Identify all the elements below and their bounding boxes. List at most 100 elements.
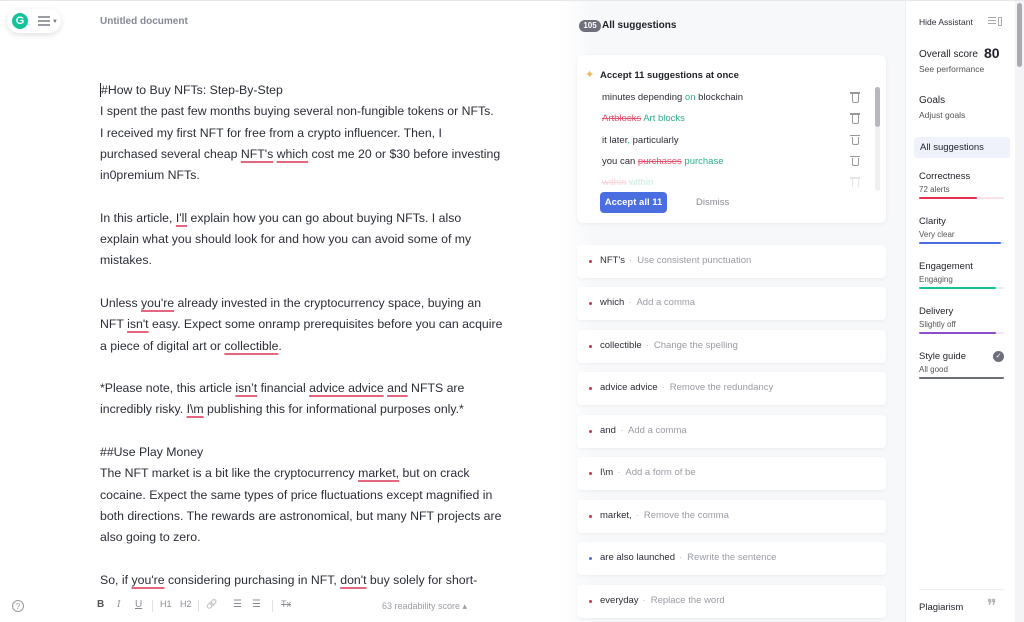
doc-line: purchased several cheap NFT's which cost… bbox=[100, 146, 501, 161]
toolbar-divider bbox=[198, 600, 199, 612]
sidebar-toggle-icon[interactable] bbox=[988, 17, 1002, 27]
flagged-word[interactable]: I'll bbox=[176, 211, 187, 225]
plagiarism-button[interactable]: Plagiarism bbox=[919, 602, 963, 613]
doc-line: also going to zero. bbox=[100, 530, 201, 545]
suggestion-card[interactable]: everydayReplace the word bbox=[577, 585, 886, 618]
document-body[interactable]: #How to Buy NFTs: Step-By-Step I spent t… bbox=[100, 80, 520, 591]
doc-line: I received my first NFT for free from a … bbox=[100, 125, 442, 140]
trash-icon[interactable] bbox=[850, 134, 860, 146]
doc-line: ##Use Play Money bbox=[100, 445, 204, 460]
dismiss-button[interactable]: Dismiss bbox=[696, 197, 729, 208]
overall-score-label[interactable]: Overall score bbox=[919, 49, 978, 60]
suggestion-card[interactable]: advice adviceRemove the redundancy bbox=[577, 372, 886, 405]
hide-assistant-button[interactable]: Hide Assistant bbox=[919, 17, 973, 27]
heading1-button[interactable]: H1 bbox=[160, 599, 172, 609]
category-correctness[interactable]: Correctness 72 alerts bbox=[919, 171, 1004, 199]
ordered-list-icon[interactable]: ☰ bbox=[233, 599, 242, 610]
doc-line: both directions. The rewards are astrono… bbox=[100, 508, 502, 523]
accept-all-button[interactable]: Accept all 11 bbox=[600, 192, 667, 213]
flagged-word[interactable]: I\m bbox=[187, 402, 204, 416]
readability-score[interactable]: 63 readability score ▴ bbox=[382, 601, 467, 612]
suggestion-card[interactable]: whichAdd a comma bbox=[577, 287, 886, 320]
doc-line: cocaine. Expect the same types of price … bbox=[100, 487, 493, 502]
goals-label[interactable]: Goals bbox=[919, 95, 945, 106]
doc-line: So, if you're considering purchasing in … bbox=[100, 572, 478, 587]
adjust-goals-link[interactable]: Adjust goals bbox=[919, 110, 965, 120]
flagged-word[interactable]: and bbox=[387, 381, 408, 395]
logo-menu-pill[interactable]: G ▼ bbox=[7, 9, 61, 33]
all-suggestions-filter[interactable]: All suggestions bbox=[914, 137, 1010, 158]
accept-all-card: ✦ Accept 11 suggestions at once minutes … bbox=[577, 55, 886, 223]
flagged-word[interactable]: which bbox=[277, 147, 308, 161]
document-title[interactable]: Untitled document bbox=[100, 16, 188, 27]
severity-dot bbox=[589, 387, 592, 390]
suggestion-card[interactable]: NFT'sUse consistent punctuation bbox=[577, 245, 886, 278]
category-style-guide[interactable]: Style guide ✓ All good bbox=[919, 351, 1004, 379]
bullet-list-icon[interactable]: ☰ bbox=[252, 599, 261, 610]
category-engagement[interactable]: Engagement Engaging bbox=[919, 261, 1004, 289]
accept-row[interactable]: minutes depending on blockchain bbox=[602, 87, 872, 108]
link-icon[interactable]: 🔗 bbox=[206, 599, 217, 610]
hamburger-menu-icon[interactable] bbox=[38, 16, 50, 26]
doc-line: explain what you should look for and how… bbox=[100, 232, 472, 247]
suggestions-count-badge: 105 bbox=[579, 20, 601, 32]
heading2-button[interactable]: H2 bbox=[180, 599, 192, 609]
severity-dot bbox=[589, 557, 592, 560]
suggestion-card[interactable]: I\mAdd a form of be bbox=[577, 457, 886, 490]
toolbar-divider bbox=[272, 600, 273, 612]
severity-dot bbox=[589, 302, 592, 305]
flagged-word[interactable]: you're bbox=[131, 573, 164, 587]
grammarly-editor-app: G ▼ Untitled document #How to Buy NFTs: … bbox=[0, 0, 1024, 622]
trash-icon[interactable] bbox=[850, 176, 860, 187]
severity-dot bbox=[589, 600, 592, 603]
category-clarity[interactable]: Clarity Very clear bbox=[919, 216, 1004, 244]
suggestions-panel: 105 All suggestions ✦ Accept 11 suggesti… bbox=[560, 1, 905, 622]
assistant-sidebar: Hide Assistant Overall score 80 See perf… bbox=[905, 1, 1015, 622]
trash-icon[interactable] bbox=[850, 155, 860, 167]
doc-line: #How to Buy NFTs: Step-By-Step bbox=[100, 83, 283, 97]
accept-row[interactable]: you can purchases purchase bbox=[602, 151, 872, 172]
flagged-word[interactable]: advice advice bbox=[309, 381, 384, 395]
flagged-word[interactable]: you're bbox=[141, 296, 174, 310]
accept-row[interactable]: it later, particularly bbox=[602, 130, 872, 151]
doc-line: mistakes. bbox=[100, 253, 152, 268]
trash-icon[interactable] bbox=[850, 112, 860, 124]
doc-line: I spent the past few months buying sever… bbox=[100, 104, 494, 119]
doc-line: *Please note, this article isn’t financi… bbox=[100, 381, 465, 396]
quote-icon[interactable]: ❞ bbox=[987, 596, 997, 617]
accept-list-scrollbar[interactable] bbox=[875, 87, 880, 191]
suggestions-header: All suggestions bbox=[602, 20, 677, 31]
flagged-word[interactable]: isn’t bbox=[235, 381, 257, 395]
category-progress-bar bbox=[919, 242, 1004, 244]
trash-icon[interactable] bbox=[850, 91, 860, 103]
accept-row[interactable]: Artblocks Art blocks bbox=[602, 108, 872, 129]
suggestion-card[interactable]: collectibleChange the spelling bbox=[577, 330, 886, 363]
see-performance-link[interactable]: See performance bbox=[919, 64, 984, 74]
grammarly-logo-icon: G bbox=[12, 13, 28, 29]
accept-row[interactable]: within within bbox=[602, 172, 872, 187]
severity-dot bbox=[589, 515, 592, 518]
underline-button[interactable]: U bbox=[135, 599, 142, 610]
italic-button[interactable]: I bbox=[117, 599, 120, 610]
flagged-word[interactable]: don't bbox=[340, 573, 366, 587]
suggestion-card[interactable]: are also launchedRewrite the sentence bbox=[577, 542, 886, 575]
flagged-word[interactable]: market, bbox=[358, 466, 399, 480]
doc-line: incredibly risky. I\m publishing this fo… bbox=[100, 402, 464, 417]
accept-card-title: Accept 11 suggestions at once bbox=[600, 70, 739, 81]
category-progress-bar bbox=[919, 377, 1004, 379]
flagged-word[interactable]: collectible bbox=[224, 339, 278, 353]
clear-format-icon[interactable]: Tx bbox=[281, 599, 291, 609]
format-toolbar: ? B I U H1 H2 🔗 ☰ ☰ Tx 63 readability sc… bbox=[0, 597, 560, 617]
doc-line: in0premium NFTs. bbox=[100, 168, 200, 183]
bold-button[interactable]: B bbox=[97, 599, 104, 610]
flagged-word[interactable]: isn't bbox=[127, 317, 148, 331]
suggestion-card[interactable]: andAdd a comma bbox=[577, 415, 886, 448]
help-icon[interactable]: ? bbox=[12, 600, 24, 612]
page-scrollbar[interactable] bbox=[1015, 1, 1024, 622]
category-delivery[interactable]: Delivery Slightly off bbox=[919, 306, 1004, 334]
doc-line: The NFT market is a bit like the cryptoc… bbox=[100, 466, 470, 481]
suggestion-card[interactable]: market,Remove the comma bbox=[577, 500, 886, 533]
divider bbox=[919, 589, 1004, 590]
doc-line: Unless you're already invested in the cr… bbox=[100, 295, 482, 310]
flagged-word[interactable]: NFT's bbox=[241, 147, 273, 161]
